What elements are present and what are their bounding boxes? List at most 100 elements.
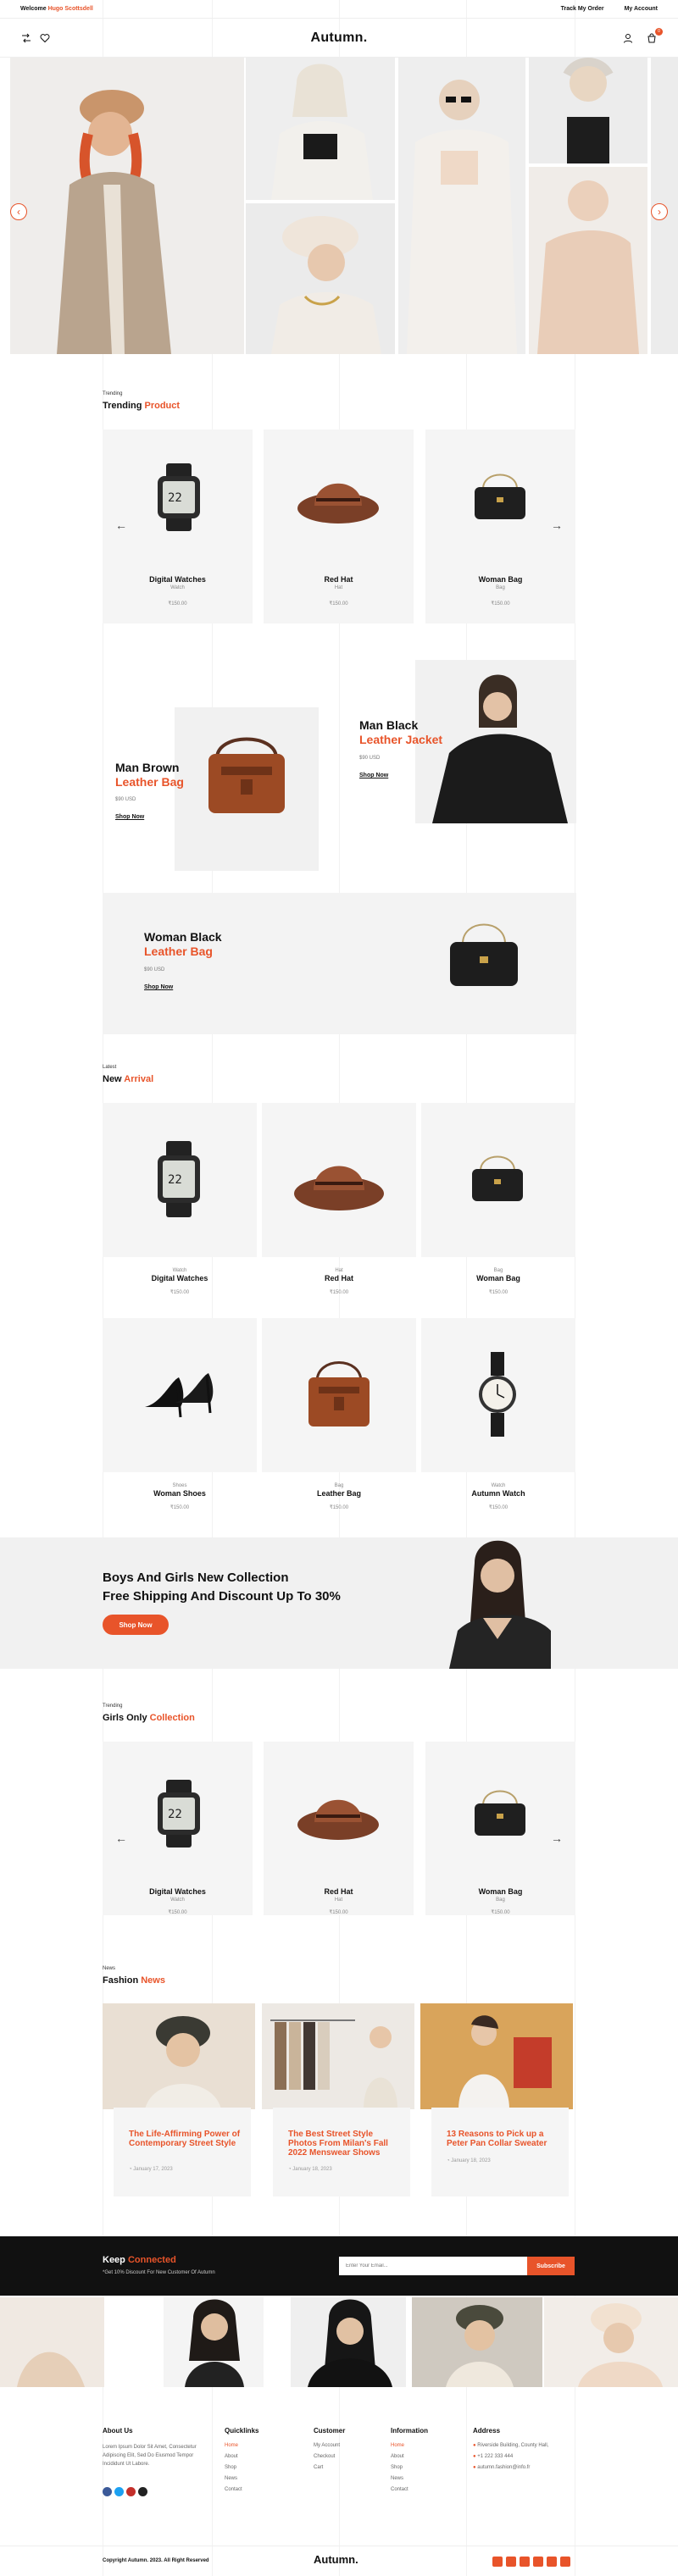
site-logo[interactable]: Autumn.: [0, 30, 678, 46]
arrival-name[interactable]: Autumn Watch: [421, 1489, 575, 1498]
newsletter-title: Keep Connected: [103, 2255, 176, 2265]
user-icon[interactable]: [622, 32, 634, 44]
bag-promo-title: Man Brown Leather Bag: [115, 761, 184, 789]
footer-logo[interactable]: Autumn.: [314, 2553, 358, 2566]
product-name[interactable]: Digital Watches: [103, 575, 253, 584]
arrival-price: ₹150.00: [488, 1505, 508, 1510]
footer-link[interactable]: Contact: [391, 2487, 428, 2492]
arrival-name[interactable]: Woman Shoes: [103, 1489, 257, 1498]
arrival-card-leather-bag[interactable]: [262, 1318, 416, 1472]
product-name[interactable]: Digital Watches: [103, 1887, 253, 1896]
woman-bag-promo-panel: [103, 893, 576, 1034]
footer-address: Address ● Riverside Building, County Hal…: [473, 2427, 548, 2476]
payment-icons: [489, 2556, 570, 2571]
phone-line[interactable]: ● +1 222 333 444: [473, 2454, 548, 2459]
arrival-name[interactable]: Red Hat: [262, 1274, 416, 1282]
footer-information: Information Home About Shop News Contact: [391, 2427, 428, 2498]
bag-shop-now-link[interactable]: Shop Now: [115, 814, 144, 820]
product-price: ₹150.00: [491, 1910, 510, 1915]
arrival-card-autumn-watch[interactable]: [421, 1318, 575, 1472]
visa-icon: [492, 2557, 503, 2567]
arrival-name[interactable]: Woman Bag: [421, 1274, 575, 1282]
arrival-card-hat[interactable]: [262, 1103, 416, 1257]
footer-link[interactable]: About: [391, 2454, 428, 2459]
woman-bag-promo-price: $90 USD: [144, 967, 165, 972]
footer-link[interactable]: Shop: [391, 2465, 428, 2470]
facebook-icon[interactable]: [103, 2487, 112, 2496]
footer-link[interactable]: Home: [225, 2443, 258, 2448]
hero-prev-button[interactable]: ‹: [10, 203, 27, 220]
product-name[interactable]: Red Hat: [264, 575, 414, 584]
news-photo-clothes-rack: [262, 2003, 414, 2109]
my-account-link[interactable]: My Account: [625, 6, 658, 12]
arrival-name[interactable]: Leather Bag: [262, 1489, 416, 1498]
trending-prev-arrow[interactable]: ←: [115, 518, 127, 532]
address-line: ● Riverside Building, County Hall,: [473, 2443, 549, 2448]
newsletter-email-input[interactable]: [339, 2257, 527, 2275]
news-card-title[interactable]: The Best Street Style Photos From Milan'…: [288, 2130, 402, 2158]
arrival-card-bag[interactable]: [421, 1103, 575, 1257]
footer-link[interactable]: Cart: [314, 2465, 345, 2470]
footer-link[interactable]: News: [225, 2476, 258, 2481]
phone-icon: ●: [473, 2454, 476, 2459]
arrival-name[interactable]: Digital Watches: [103, 1274, 257, 1282]
svg-text:22: 22: [168, 1173, 182, 1187]
arrival-card-shoes[interactable]: [103, 1318, 257, 1472]
product-category: Hat: [334, 585, 343, 590]
youtube-icon[interactable]: [126, 2487, 136, 2496]
arrival-category: Hat: [335, 1268, 343, 1273]
footer-link[interactable]: Shop: [225, 2465, 258, 2470]
cart-icon[interactable]: 0: [646, 27, 663, 44]
paypal-icon: [520, 2557, 530, 2567]
email-line[interactable]: ● autumn.fashion@info.fr: [473, 2465, 548, 2470]
arrival-category: Watch: [491, 1483, 506, 1488]
news-card-title[interactable]: The Life-Affirming Power of Contemporary…: [129, 2130, 242, 2148]
leather-bag-photo: [175, 707, 319, 871]
footer-customer-title: Customer: [314, 2427, 346, 2435]
mail-icon: ●: [473, 2465, 476, 2470]
news-title: Fashion News: [103, 1975, 165, 1986]
hero-next-button[interactable]: ›: [651, 203, 668, 220]
product-card[interactable]: Red Hat Hat: [264, 1742, 414, 1915]
footer-link[interactable]: Checkout: [314, 2454, 345, 2459]
jacket-shop-now-link[interactable]: Shop Now: [359, 773, 388, 778]
digital-watch-image: 22: [158, 463, 200, 531]
twitter-icon[interactable]: [114, 2487, 124, 2496]
arrival-card-watch[interactable]: 22: [103, 1103, 257, 1257]
product-card[interactable]: Woman Bag Bag: [425, 1742, 575, 1915]
woman-bag-shop-now-link[interactable]: Shop Now: [144, 984, 173, 990]
news-card[interactable]: 13 Reasons to Pick up a Peter Pan Collar…: [431, 2108, 569, 2197]
product-card[interactable]: 22 Digital Watches Watch: [103, 1742, 253, 1915]
news-card-date: ◔ January 18, 2023: [288, 2167, 332, 2172]
product-name[interactable]: Woman Bag: [425, 1887, 575, 1896]
strip-photo: [164, 2297, 264, 2387]
footer-link[interactable]: Contact: [225, 2487, 258, 2492]
trending-next-arrow[interactable]: →: [551, 518, 563, 532]
arrival-category: Watch: [172, 1268, 187, 1273]
news-card[interactable]: The Life-Affirming Power of Contemporary…: [114, 2108, 251, 2197]
welcome-text: Welcome Hugo Scottsdell: [20, 6, 93, 12]
subscribe-button[interactable]: Subscribe: [527, 2257, 575, 2275]
news-card-title[interactable]: 13 Reasons to Pick up a Peter Pan Collar…: [447, 2130, 560, 2148]
hero-photo-black-top-woman: [529, 58, 647, 163]
girls-prev-arrow[interactable]: ←: [115, 1831, 127, 1845]
amex-icon: [533, 2557, 543, 2567]
footer-customer: Customer My Account Checkout Cart: [314, 2427, 345, 2476]
product-card[interactable]: Red Hat Hat ₹150.00: [264, 429, 414, 623]
track-order-link[interactable]: Track My Order: [561, 6, 604, 12]
footer-link[interactable]: About: [225, 2454, 258, 2459]
product-name[interactable]: Woman Bag: [425, 575, 575, 584]
footer-address-title: Address: [473, 2427, 501, 2435]
product-name[interactable]: Red Hat: [264, 1887, 414, 1896]
footer-quicklinks-title: Quicklinks: [225, 2427, 259, 2435]
product-category: Watch: [170, 585, 185, 590]
news-photo-hat-woman: [103, 2003, 255, 2109]
footer-link[interactable]: My Account: [314, 2443, 345, 2448]
girls-next-arrow[interactable]: →: [551, 1831, 563, 1845]
footer-link[interactable]: Home: [391, 2443, 428, 2448]
footer-link[interactable]: News: [391, 2476, 428, 2481]
banner-shop-now-button[interactable]: Shop Now: [103, 1615, 169, 1635]
news-card[interactable]: The Best Street Style Photos From Milan'…: [273, 2108, 410, 2197]
hero-photo-blonde-woman: [246, 58, 395, 200]
instagram-icon[interactable]: [138, 2487, 147, 2496]
